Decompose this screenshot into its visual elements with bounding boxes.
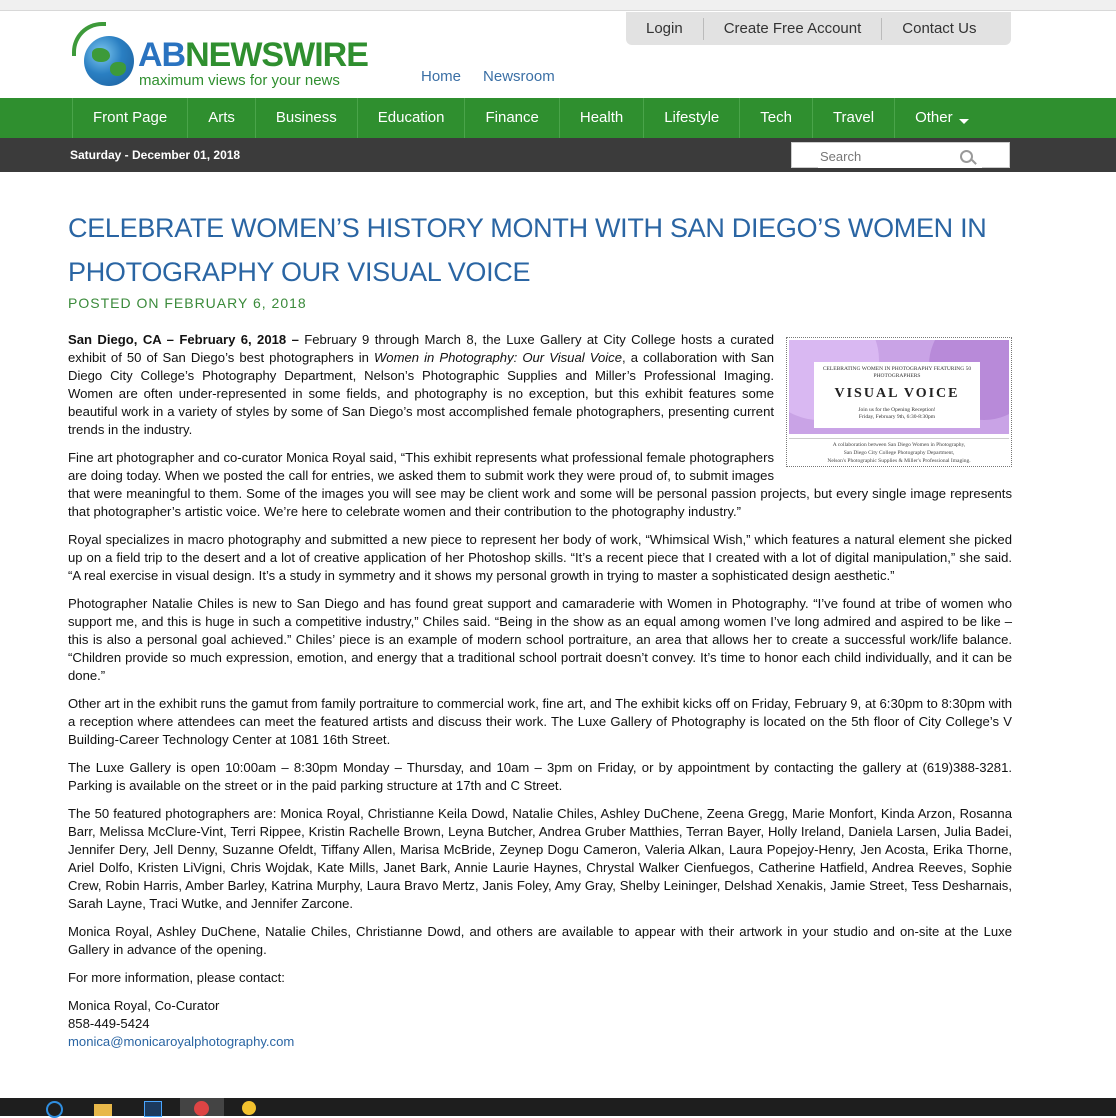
os-taskbar — [0, 1098, 1116, 1118]
app-icon[interactable] — [242, 1101, 262, 1116]
menu-tech[interactable]: Tech — [739, 98, 812, 138]
contact-block: Monica Royal, Co-Curator 858-449-5424 mo… — [68, 997, 1012, 1051]
flyer-top-text: CELEBRATING WOMEN IN PHOTOGRAPHY FEATURI… — [822, 366, 972, 379]
login-link[interactable]: Login — [626, 17, 704, 40]
account-bar: Login Create Free Account Contact Us — [626, 12, 1011, 45]
browser-top-strip — [0, 0, 1116, 11]
main-menu-bar: Front Page Arts Business Education Finan… — [0, 98, 1116, 138]
flyer-artwork: CELEBRATING WOMEN IN PHOTOGRAPHY FEATURI… — [789, 340, 1009, 434]
search-input[interactable] — [818, 144, 982, 168]
event-flyer-image[interactable]: CELEBRATING WOMEN IN PHOTOGRAPHY FEATURI… — [786, 337, 1012, 467]
menu-health[interactable]: Health — [558, 98, 643, 138]
article-paragraph: Monica Royal, Ashley DuChene, Natalie Ch… — [68, 924, 1012, 957]
menu-lifestyle[interactable]: Lifestyle — [643, 98, 739, 138]
exhibit-name: Women in Photography: Our Visual Voice — [373, 350, 622, 365]
menu-travel[interactable]: Travel — [811, 98, 894, 138]
photoshop-icon[interactable] — [144, 1101, 164, 1117]
dropdown-caret-icon — [958, 119, 969, 124]
article-paragraph: The 50 featured photographers are: Monic… — [68, 806, 1012, 911]
logo-wordmark: ABNEWSWIRE — [138, 36, 369, 74]
contact-name: Monica Royal, Co-Curator — [68, 998, 220, 1013]
menu-front-page[interactable]: Front Page — [72, 98, 187, 138]
folder-icon[interactable] — [94, 1101, 114, 1116]
flyer-card: CELEBRATING WOMEN IN PHOTOGRAPHY FEATURI… — [814, 362, 980, 428]
current-date: Saturday - December 01, 2018 — [70, 148, 241, 162]
menu-other[interactable]: Other — [894, 98, 989, 138]
menu-business[interactable]: Business — [254, 98, 357, 138]
posted-date: POSTED ON FEBRUARY 6, 2018 — [68, 295, 307, 311]
nav-home-link[interactable]: Home — [421, 68, 461, 85]
flyer-footer-line: San Diego City College Photography Depar… — [843, 450, 955, 456]
edge-browser-icon[interactable] — [46, 1101, 66, 1118]
nav-newsroom-link[interactable]: Newsroom — [483, 68, 555, 85]
menu-other-label: Other — [915, 109, 953, 126]
chrome-active-icon[interactable] — [180, 1098, 224, 1116]
contact-us-link[interactable]: Contact Us — [882, 18, 996, 40]
search-box — [791, 142, 1010, 168]
flyer-headline: VISUAL VOICE — [834, 386, 960, 401]
menu-finance[interactable]: Finance — [464, 98, 558, 138]
sub-navigation: Home Newsroom — [421, 68, 577, 85]
article-paragraph: For more information, please contact: — [68, 970, 285, 985]
contact-email-link[interactable]: monica@monicaroyalphotography.com — [68, 1034, 294, 1049]
contact-phone: 858-449-5424 — [68, 1016, 150, 1031]
dateline: San Diego, CA – February 6, 2018 – — [68, 332, 299, 347]
flyer-footer-line: A collaboration between San Diego Women … — [832, 442, 966, 448]
flyer-date-line: Friday, February 9th, 6:30-8:30pm — [858, 414, 936, 420]
article-title: CELEBRATE WOMEN’S HISTORY MONTH WITH SAN… — [68, 213, 987, 287]
search-icon[interactable] — [960, 150, 973, 163]
date-search-bar: Saturday - December 01, 2018 — [0, 138, 1116, 172]
article-paragraph: Photographer Natalie Chiles is new to Sa… — [68, 596, 1012, 683]
flyer-footer-line: Nelson's Photographic Supplies & Miller'… — [827, 458, 971, 464]
article-paragraph: Royal specializes in macro photography a… — [68, 532, 1012, 583]
article-body: CELEBRATING WOMEN IN PHOTOGRAPHY FEATURI… — [68, 331, 1012, 1051]
logo-tagline: maximum views for your news — [139, 72, 340, 89]
globe-icon — [84, 36, 134, 86]
flyer-footer: A collaboration between San Diego Women … — [789, 438, 1009, 465]
article-paragraph: The Luxe Gallery is open 10:00am – 8:30p… — [68, 760, 1012, 793]
article-paragraph: Other art in the exhibit runs the gamut … — [68, 696, 1012, 747]
site-logo[interactable]: ABNEWSWIRE maximum views for your news — [72, 22, 369, 92]
create-account-link[interactable]: Create Free Account — [704, 17, 883, 40]
menu-arts[interactable]: Arts — [187, 98, 255, 138]
flyer-reception-line: Join us for the Opening Reception! — [858, 407, 936, 413]
menu-education[interactable]: Education — [356, 98, 465, 138]
